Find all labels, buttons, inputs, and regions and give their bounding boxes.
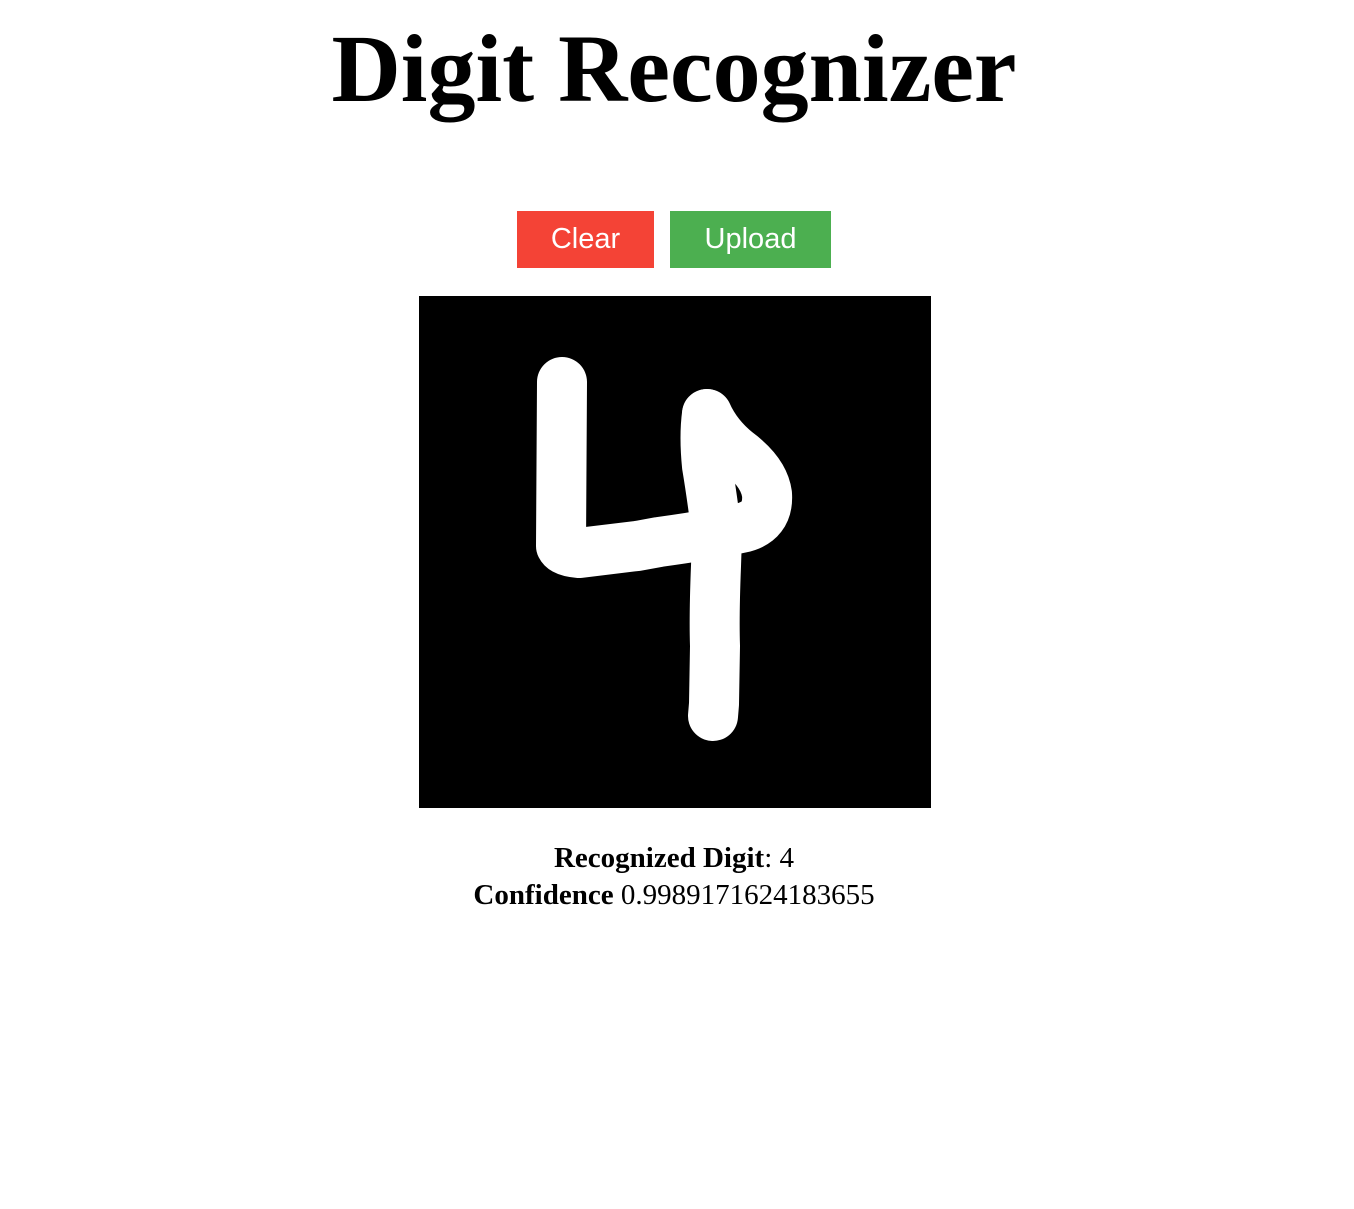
page-title: Digit Recognizer xyxy=(331,15,1017,122)
drawn-digit-stroke xyxy=(536,357,793,741)
clear-button[interactable]: Clear xyxy=(517,211,654,268)
drawing-canvas[interactable] xyxy=(419,296,931,808)
confidence-label: Confidence xyxy=(473,879,614,911)
confidence-line: Confidence 0.9989171624183655 xyxy=(0,877,1348,914)
confidence-value: 0.9989171624183655 xyxy=(620,879,875,911)
recognized-digit-label: Recognized Digit xyxy=(553,842,765,874)
page: Digit Recognizer Clear Upload Recognized… xyxy=(0,0,1354,1209)
result-panel: Recognized Digit: 4 Confidence 0.9989171… xyxy=(0,840,1348,914)
toolbar: Clear Upload xyxy=(0,211,1348,268)
recognized-digit-separator: : xyxy=(764,842,780,874)
recognized-digit-line: Recognized Digit: 4 xyxy=(0,840,1348,877)
recognized-digit-value: 4 xyxy=(779,842,795,874)
upload-button[interactable]: Upload xyxy=(670,211,831,268)
